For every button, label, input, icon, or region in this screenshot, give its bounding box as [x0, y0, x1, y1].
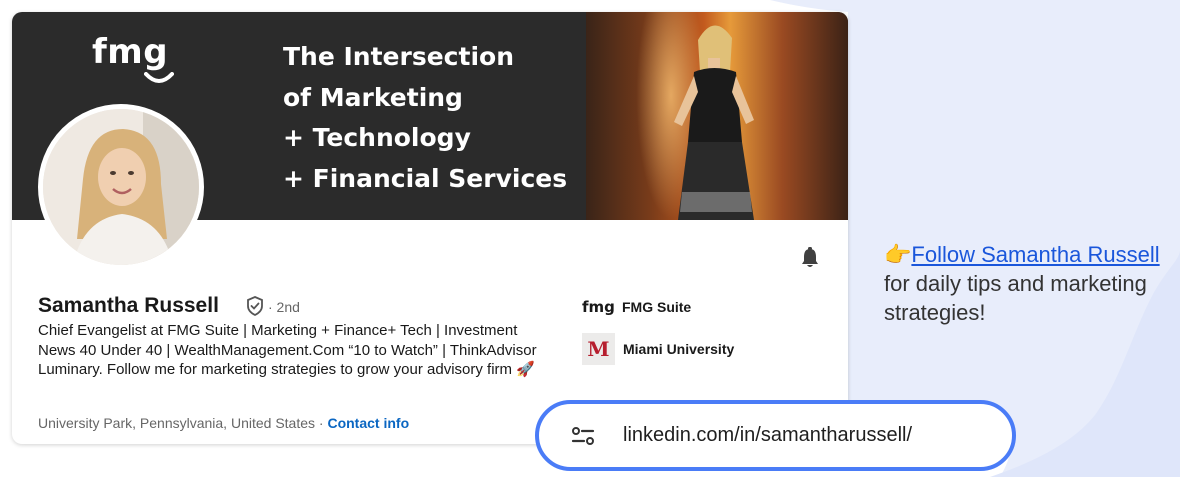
address-bar[interactable]: linkedin.com/in/samantharussell/ [535, 400, 1016, 471]
follow-link[interactable]: Follow Samantha Russell [911, 242, 1159, 267]
speaker-photo [586, 12, 848, 220]
url-text: linkedin.com/in/samantharussell/ [623, 424, 913, 446]
follow-callout-text: for daily tips and marketing strategies! [884, 271, 1147, 325]
contact-info-link[interactable]: Contact info [327, 415, 409, 431]
affiliation-miami-university[interactable]: M Miami University [582, 333, 734, 365]
location-text: University Park, Pennsylvania, United St… [38, 415, 316, 431]
affiliation-fmg-suite[interactable]: fmg FMG Suite [582, 298, 691, 316]
profile-name: Samantha Russell [38, 294, 219, 317]
miami-university-logo: M [582, 333, 615, 365]
location-separator: · [315, 415, 328, 431]
banner-line-1: The Intersection [283, 42, 514, 71]
affiliation-label: FMG Suite [622, 299, 692, 315]
fmg-logo: fmg [92, 32, 169, 72]
bell-icon[interactable] [800, 247, 820, 269]
page-info-icon[interactable] [571, 426, 595, 446]
avatar[interactable] [38, 104, 204, 270]
profile-location: University Park, Pennsylvania, United St… [38, 415, 409, 431]
banner-line-2: of Marketing [283, 83, 463, 112]
banner-line-4: + Financial Services [283, 164, 568, 193]
profile-card: fmg The Intersection of Marketing + Tech… [12, 12, 848, 444]
fmg-logo-smile [144, 72, 174, 83]
profile-headline: Chief Evangelist at FMG Suite | Marketin… [38, 322, 537, 378]
affiliation-label: Miami University [623, 341, 735, 357]
pointing-hand-icon: 👉 [884, 242, 912, 267]
follow-callout: 👉Follow Samantha Russell for daily tips … [884, 240, 1180, 327]
fmg-suite-logo: fmg [582, 298, 615, 316]
verified-shield-icon [247, 296, 263, 316]
connection-degree: · 2nd [268, 299, 300, 315]
banner-line-3: + Technology [283, 123, 471, 152]
